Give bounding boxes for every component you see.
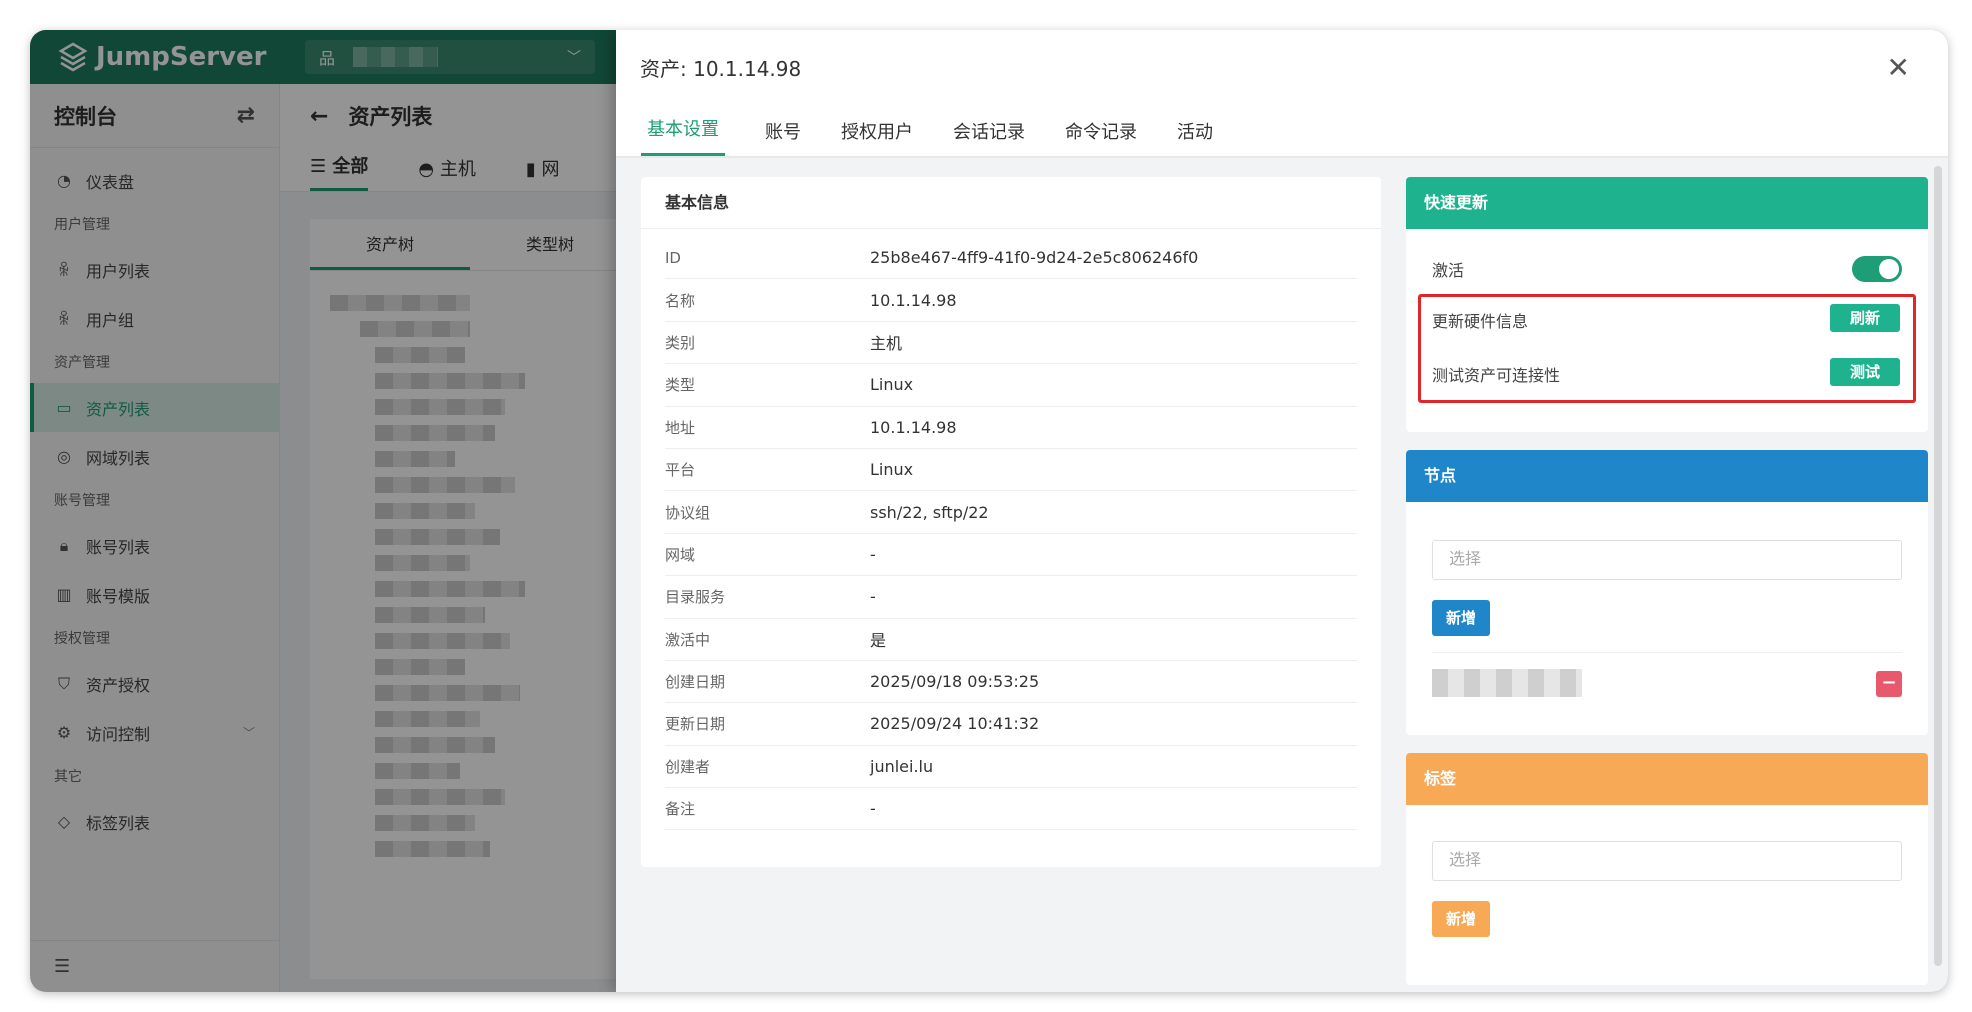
- info-key: 备注: [665, 800, 696, 819]
- remove-node-button[interactable]: −: [1876, 671, 1902, 697]
- info-row: 地址 10.1.14.98: [665, 407, 1357, 449]
- info-key: 更新日期: [665, 715, 726, 734]
- tab-command-records[interactable]: 命令记录: [1065, 118, 1137, 156]
- info-key: 协议组: [665, 503, 711, 522]
- info-value: Linux: [870, 375, 914, 395]
- info-key: 激活中: [665, 630, 711, 649]
- info-value: -: [870, 544, 876, 564]
- info-value: ssh/22, sftp/22: [870, 502, 989, 522]
- info-row: 创建日期 2025/09/18 09:53:25: [665, 661, 1357, 704]
- labels-title: 标签: [1406, 753, 1928, 805]
- add-label-button[interactable]: 新增: [1432, 901, 1491, 937]
- info-key: 平台: [665, 461, 696, 480]
- info-key: 网域: [665, 545, 696, 564]
- info-value: Linux: [870, 460, 914, 480]
- minus-icon: −: [1881, 672, 1897, 693]
- drawer-title: 资产: 10.1.14.98: [640, 56, 802, 81]
- quick-update-card: 快速更新 激活 更新硬件信息 刷新 测试资产可连接性 测试: [1406, 177, 1928, 432]
- info-value: 10.1.14.98: [870, 290, 957, 310]
- info-row: 类型 Linux: [665, 364, 1357, 407]
- tab-accounts[interactable]: 账号: [765, 118, 801, 156]
- nodes-card: 节点 选择 新增 −: [1406, 450, 1928, 735]
- info-value: 2025/09/18 09:53:25: [870, 672, 1040, 692]
- info-value: 2025/09/24 10:41:32: [870, 714, 1040, 734]
- label-select-input[interactable]: 选择: [1432, 841, 1902, 881]
- info-row: 平台 Linux: [665, 449, 1357, 492]
- info-key: 创建日期: [665, 673, 726, 692]
- info-row: 更新日期 2025/09/24 10:41:32: [665, 703, 1357, 746]
- info-key: 类型: [665, 376, 696, 395]
- info-row: 创建者 junlei.lu: [665, 746, 1357, 789]
- drawer-tabs: 基本设置 账号 授权用户 会话记录 命令记录 活动: [616, 104, 1948, 158]
- info-row: 备注 -: [665, 788, 1357, 831]
- quick-update-title: 快速更新: [1406, 177, 1928, 229]
- info-value: 25b8e467-4ff9-41f0-9d24-2e5c806246f0: [870, 248, 1199, 268]
- add-node-button[interactable]: 新增: [1432, 600, 1491, 636]
- close-icon[interactable]: ✕: [1887, 51, 1910, 84]
- info-row: 名称 10.1.14.98: [665, 279, 1357, 322]
- info-value: -: [870, 587, 876, 607]
- labels-card: 标签 选择 新增: [1406, 753, 1928, 985]
- node-select-input[interactable]: 选择: [1432, 540, 1902, 580]
- info-key: 名称: [665, 291, 696, 310]
- app-window: JumpServer 品 ﹀ 控制台 ⇄ ◔ 仪表盘 用户管理 ꆜ 用户列表 ꆜ…: [30, 30, 1948, 992]
- tab-activity[interactable]: 活动: [1177, 118, 1213, 156]
- asset-detail-drawer: 资产: 10.1.14.98 ✕ 基本设置 账号 授权用户 会话记录 命令记录 …: [616, 30, 1948, 992]
- active-toggle[interactable]: [1852, 256, 1902, 282]
- tab-authorized-users[interactable]: 授权用户: [841, 118, 913, 156]
- info-row: 类别 主机: [665, 322, 1357, 365]
- highlight-annotation-box: [1418, 294, 1916, 403]
- info-row: ID 25b8e467-4ff9-41f0-9d24-2e5c806246f0: [665, 237, 1357, 280]
- info-row: 目录服务 -: [665, 576, 1357, 619]
- drawer-scrollbar[interactable]: [1934, 166, 1942, 966]
- basic-info-card: 基本信息 ID 25b8e467-4ff9-41f0-9d24-2e5c80624…: [641, 177, 1381, 867]
- info-value: -: [870, 799, 876, 819]
- node-list-item: −: [1432, 652, 1902, 708]
- info-value: 10.1.14.98: [870, 417, 957, 437]
- info-key: ID: [665, 248, 681, 267]
- info-key: 目录服务: [665, 588, 726, 607]
- tab-basic-settings[interactable]: 基本设置: [641, 115, 725, 156]
- info-value: 主机: [870, 334, 903, 354]
- active-label: 激活: [1432, 261, 1465, 280]
- drawer-header: 资产: 10.1.14.98 ✕: [616, 30, 1948, 104]
- node-name-redacted: [1432, 669, 1582, 697]
- info-key: 地址: [665, 418, 696, 437]
- info-row: 激活中 是: [665, 619, 1357, 661]
- basic-info-table: ID 25b8e467-4ff9-41f0-9d24-2e5c806246f0 名称…: [641, 229, 1381, 831]
- info-value: 是: [870, 631, 887, 651]
- tab-session-records[interactable]: 会话记录: [953, 118, 1025, 156]
- info-key: 创建者: [665, 757, 711, 776]
- nodes-title: 节点: [1406, 450, 1928, 502]
- info-row: 网域 -: [665, 534, 1357, 577]
- info-key: 类别: [665, 333, 696, 352]
- info-value: junlei.lu: [870, 756, 934, 776]
- basic-info-title: 基本信息: [641, 177, 1381, 229]
- info-row: 协议组 ssh/22, sftp/22: [665, 491, 1357, 534]
